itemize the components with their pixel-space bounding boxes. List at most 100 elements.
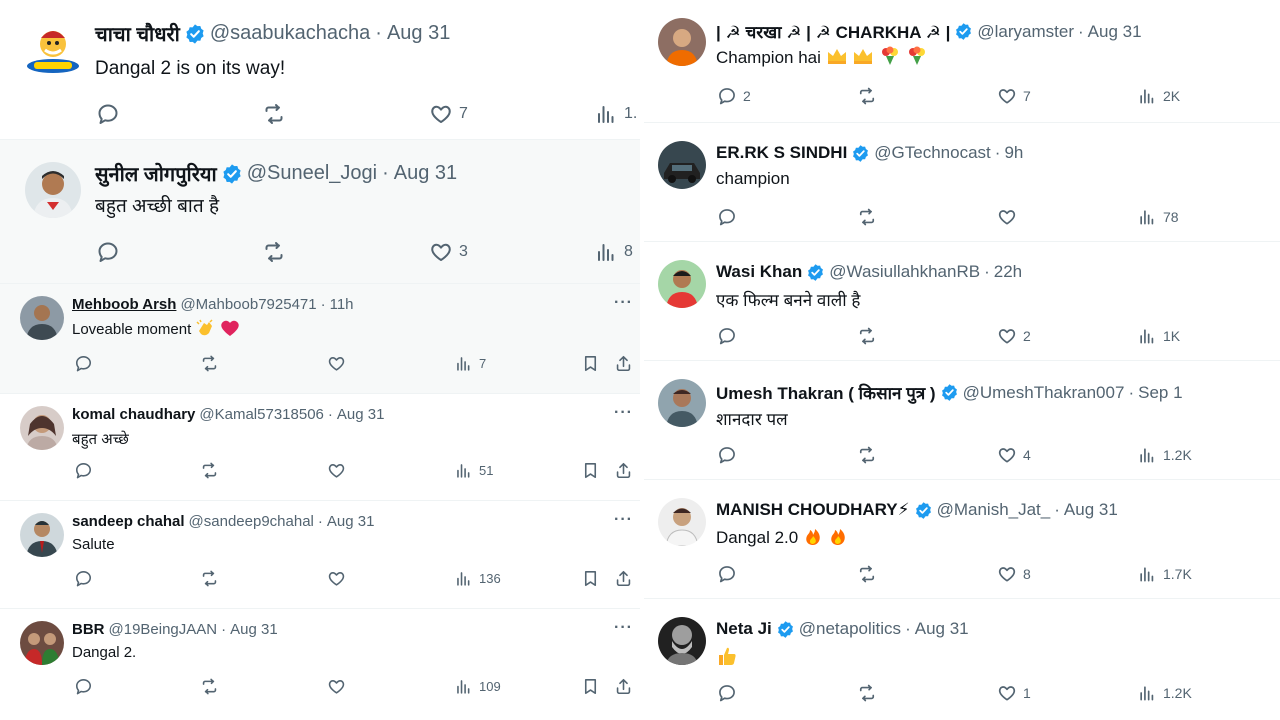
retweet-button[interactable] [857, 564, 877, 584]
avatar[interactable] [20, 513, 64, 557]
share-button[interactable] [614, 461, 633, 480]
author-handle[interactable]: @UmeshThakran007 [963, 383, 1125, 403]
author-name[interactable]: Neta Ji [716, 619, 772, 639]
reply-card[interactable]: BBR @19BeingJAAN · Aug 31 ··· Dangal 2. … [0, 609, 640, 720]
author-name[interactable]: सुनील जोगपुरिया [95, 160, 217, 187]
timestamp[interactable]: Aug 31 [387, 22, 450, 45]
retweet-button[interactable] [857, 207, 877, 227]
reply-button[interactable] [717, 326, 743, 346]
avatar[interactable] [658, 379, 706, 427]
like-button[interactable]: 2 [997, 326, 1031, 346]
author-handle[interactable]: @laryamster [977, 22, 1074, 42]
author-name[interactable]: sandeep chahal [72, 513, 185, 530]
tweet-card[interactable]: सुनील जोगपुरिया @Suneel_Jogi · Aug 31 बह… [0, 140, 640, 284]
reply-button[interactable]: 2 [717, 86, 751, 106]
views-button[interactable]: 1.2K [1137, 445, 1192, 465]
author-handle[interactable]: @GTechnocast [874, 143, 990, 163]
like-button[interactable]: 1 [997, 683, 1031, 703]
timestamp[interactable]: 9h [1004, 143, 1023, 163]
reply-button[interactable] [74, 677, 93, 696]
like-button[interactable] [327, 354, 346, 373]
like-button[interactable] [327, 677, 346, 696]
like-button[interactable]: 3 [429, 240, 468, 264]
views-button[interactable]: 8 [594, 240, 633, 264]
more-options-button[interactable]: ··· [614, 294, 633, 312]
more-options-button[interactable]: ··· [614, 619, 633, 637]
avatar[interactable] [658, 617, 706, 665]
reply-button[interactable] [96, 240, 126, 264]
author-handle[interactable]: @WasiullahkhanRB [829, 262, 980, 282]
like-button[interactable]: 4 [997, 445, 1031, 465]
views-button[interactable]: 51 [454, 461, 493, 480]
like-button[interactable]: 7 [997, 86, 1031, 106]
author-handle[interactable]: @saabukachacha [210, 22, 370, 45]
reply-card[interactable]: Wasi Khan @WasiullahkhanRB · 22h एक फिल्… [644, 242, 1280, 361]
author-handle[interactable]: @netapolitics [799, 619, 901, 639]
timestamp[interactable]: 22h [994, 262, 1022, 282]
tweet-card[interactable]: चाचा चौधरी @saabukachacha · Aug 31 Danga… [0, 0, 640, 140]
retweet-button[interactable] [200, 569, 219, 588]
reply-button[interactable] [717, 564, 743, 584]
author-name[interactable]: MANISH CHOUDHARY⚡ [716, 500, 910, 520]
share-button[interactable] [614, 354, 633, 373]
retweet-button[interactable] [200, 461, 219, 480]
like-button[interactable]: 7 [429, 102, 468, 126]
author-name[interactable]: Wasi Khan [716, 262, 802, 282]
timestamp[interactable]: Aug 31 [230, 621, 278, 638]
author-handle[interactable]: @19BeingJAAN [109, 621, 218, 638]
reply-card[interactable]: Neta Ji @netapolitics · Aug 31 1 1.2K [644, 599, 1280, 720]
reply-button[interactable] [74, 354, 93, 373]
share-button[interactable] [614, 677, 633, 696]
reply-card[interactable]: Umesh Thakran ( किसान पुत्र ) @UmeshThak… [644, 361, 1280, 480]
retweet-button[interactable] [200, 677, 219, 696]
like-button[interactable] [997, 207, 1023, 227]
author-handle[interactable]: @Mahboob7925471 [180, 296, 316, 313]
retweet-button[interactable] [857, 326, 877, 346]
avatar[interactable] [20, 406, 64, 450]
author-name[interactable]: komal chaudhary [72, 406, 195, 423]
timestamp[interactable]: Aug 31 [327, 513, 375, 530]
avatar[interactable] [658, 260, 706, 308]
more-options-button[interactable]: ··· [614, 404, 633, 422]
more-options-button[interactable]: ··· [614, 511, 633, 529]
reply-card[interactable]: Mehboob Arsh @Mahboob7925471 · 11h ··· L… [0, 284, 640, 394]
views-button[interactable]: 109 [454, 677, 501, 696]
bookmark-button[interactable] [581, 461, 600, 480]
views-button[interactable]: 1.7K [1137, 564, 1192, 584]
reply-card[interactable]: komal chaudhary @Kamal57318506 · Aug 31 … [0, 394, 640, 501]
retweet-button[interactable] [262, 102, 292, 126]
avatar[interactable] [658, 18, 706, 66]
author-handle[interactable]: @sandeep9chahal [189, 513, 314, 530]
avatar[interactable] [658, 498, 706, 546]
retweet-button[interactable] [857, 86, 877, 106]
reply-card[interactable]: ER.RK S SINDHI @GTechnocast · 9h champio… [644, 123, 1280, 242]
share-button[interactable] [614, 569, 633, 588]
avatar[interactable] [25, 162, 81, 218]
author-name[interactable]: ER.RK S SINDHI [716, 143, 847, 163]
timestamp[interactable]: Aug 31 [394, 162, 457, 185]
reply-card[interactable]: | ☭ चरखा ☭ | ☭ CHARKHA ☭ | @laryamster ·… [644, 0, 1280, 123]
reply-card[interactable]: MANISH CHOUDHARY⚡ @Manish_Jat_ · Aug 31 … [644, 480, 1280, 599]
views-button[interactable]: 1. [594, 102, 637, 126]
like-button[interactable]: 8 [997, 564, 1031, 584]
reply-button[interactable] [74, 461, 93, 480]
author-name[interactable]: | ☭ चरखा ☭ | ☭ CHARKHA ☭ | [716, 20, 950, 43]
reply-button[interactable] [74, 569, 93, 588]
timestamp[interactable]: Aug 31 [337, 406, 385, 423]
author-handle[interactable]: @Kamal57318506 [199, 406, 323, 423]
retweet-button[interactable] [857, 445, 877, 465]
timestamp[interactable]: Aug 31 [1064, 500, 1118, 520]
avatar[interactable] [658, 141, 706, 189]
views-button[interactable]: 1.2K [1137, 683, 1192, 703]
author-name[interactable]: Mehboob Arsh [72, 296, 176, 313]
author-handle[interactable]: @Manish_Jat_ [937, 500, 1051, 520]
bookmark-button[interactable] [581, 677, 600, 696]
reply-button[interactable] [96, 102, 126, 126]
avatar[interactable] [25, 22, 81, 78]
views-button[interactable]: 7 [454, 354, 486, 373]
bookmark-button[interactable] [581, 354, 600, 373]
timestamp[interactable]: 11h [330, 296, 354, 313]
retweet-button[interactable] [262, 240, 292, 264]
views-button[interactable]: 78 [1137, 207, 1179, 227]
reply-card[interactable]: sandeep chahal @sandeep9chahal · Aug 31 … [0, 501, 640, 609]
